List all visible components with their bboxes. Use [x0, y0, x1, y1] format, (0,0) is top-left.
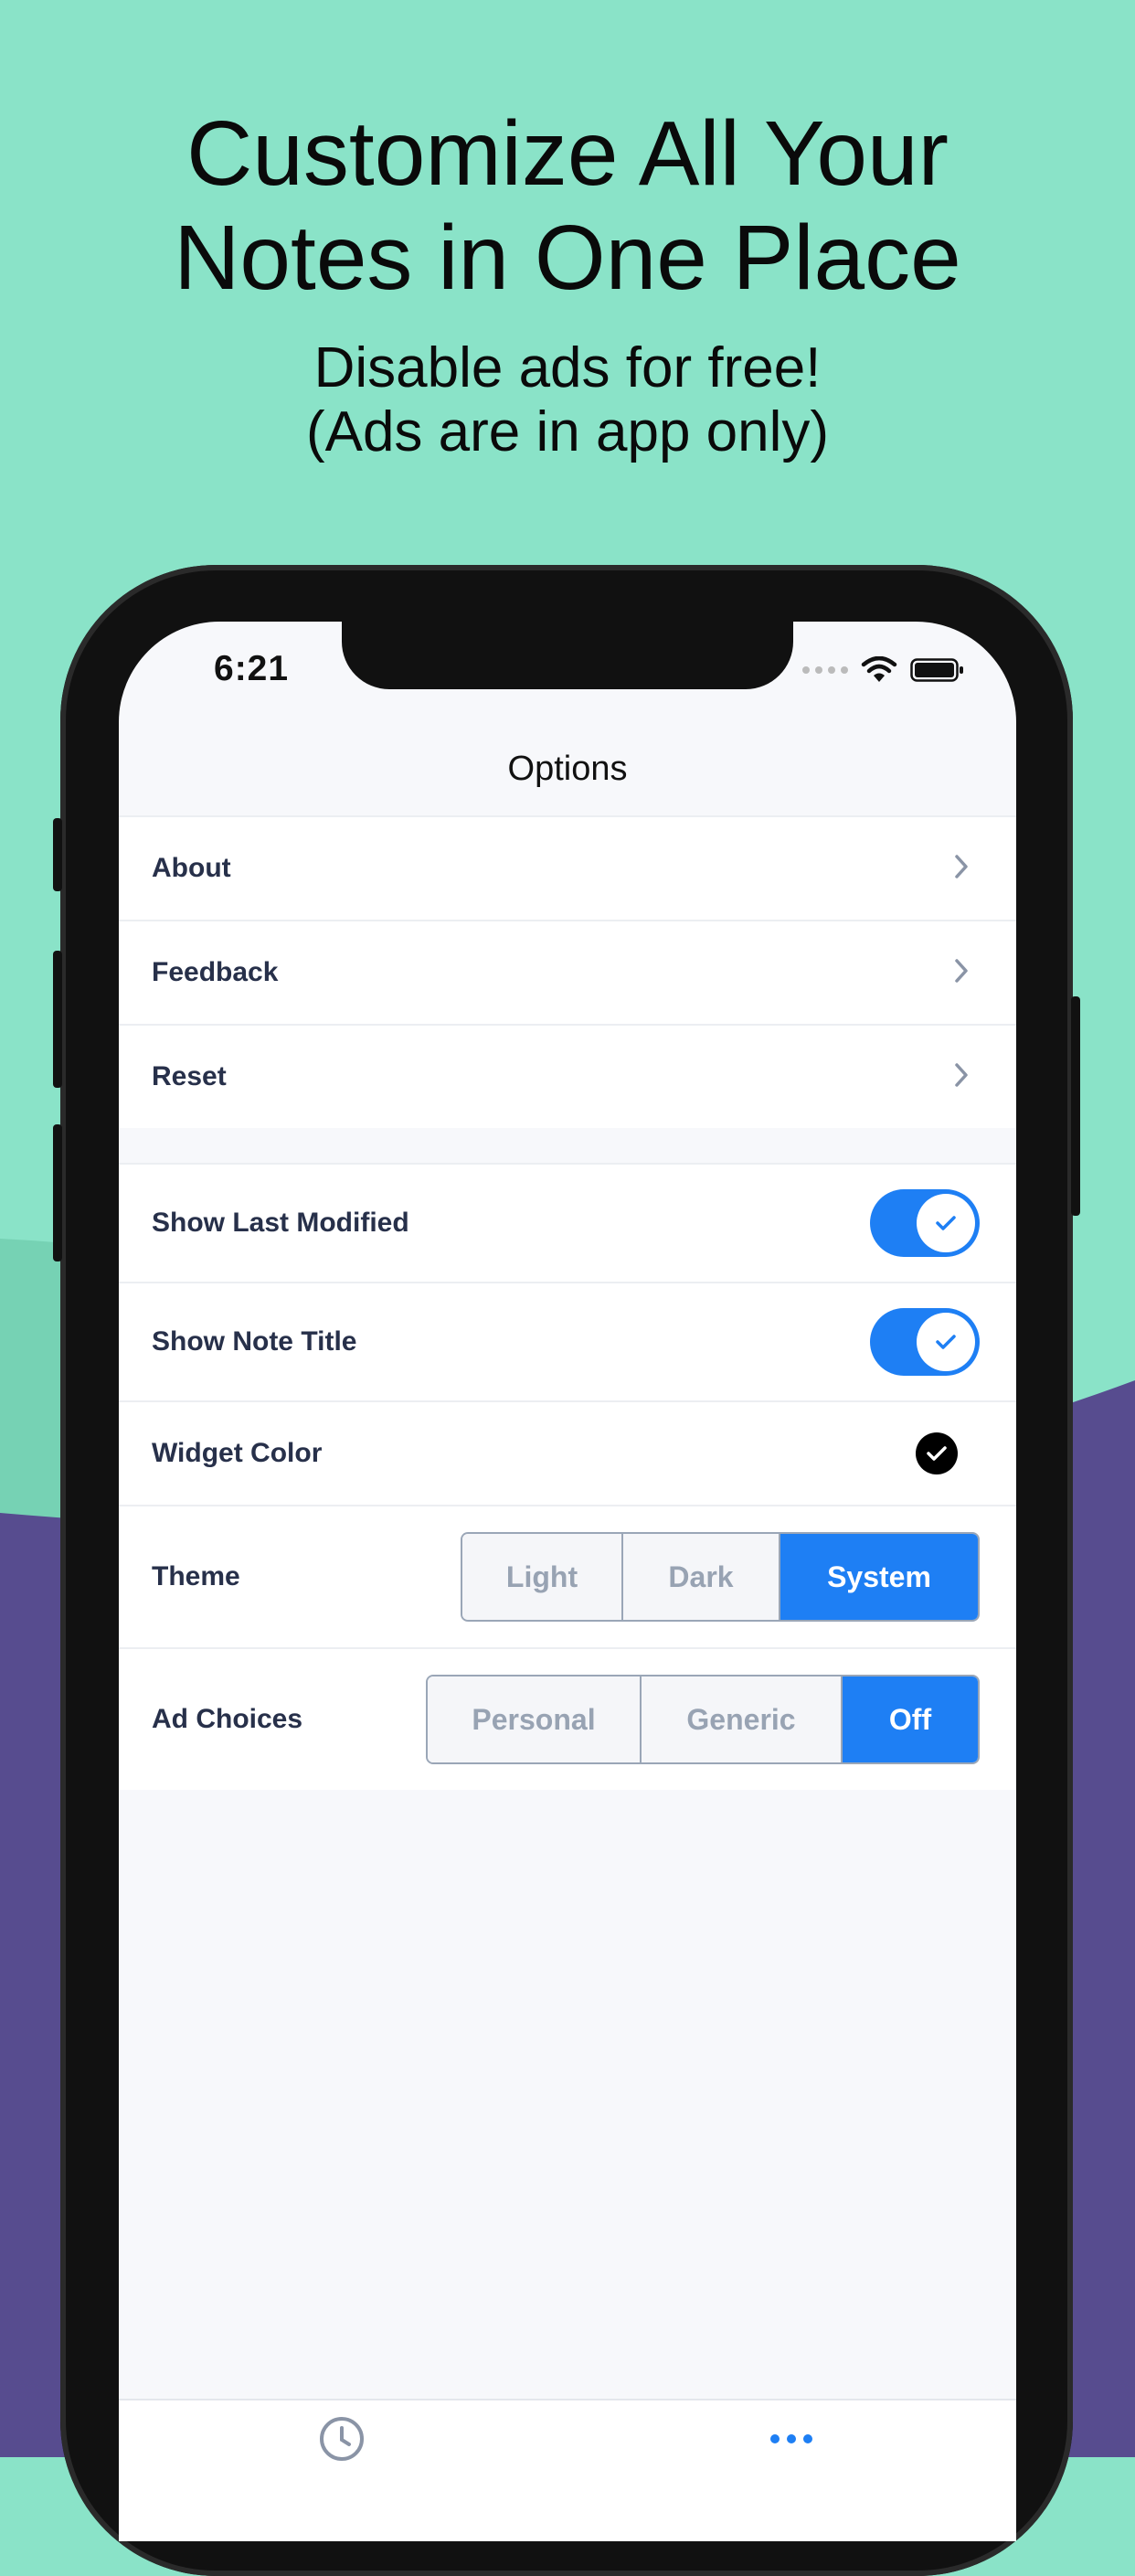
ad-option-off[interactable]: Off [843, 1677, 978, 1762]
page-title: Options [507, 750, 628, 788]
setting-label: Widget Color [152, 1438, 323, 1468]
setting-theme: Theme Light Dark System [119, 1506, 1016, 1649]
more-icon[interactable] [768, 2430, 815, 2448]
phone-volume-up [53, 951, 62, 1088]
menu-item-reset[interactable]: Reset [119, 1026, 1016, 1128]
clock-icon[interactable] [318, 2415, 366, 2463]
setting-label: Theme [152, 1561, 240, 1591]
theme-option-system[interactable]: System [780, 1534, 978, 1620]
ad-option-generic[interactable]: Generic [642, 1677, 843, 1762]
menu-item-label: Reset [152, 1061, 227, 1091]
toggle-knob [917, 1313, 975, 1371]
cellular-signal-icon [802, 666, 848, 674]
headline-line-1: Customize All Your [186, 102, 949, 205]
setting-label: Show Last Modified [152, 1208, 409, 1238]
setting-show-last-modified: Show Last Modified [119, 1165, 1016, 1283]
subheadline-line-1: Disable ads for free! [313, 336, 822, 399]
setting-ad-choices: Ad Choices Personal Generic Off [119, 1649, 1016, 1790]
chevron-right-icon [955, 1063, 968, 1087]
tab-bar [119, 2399, 1016, 2541]
phone-volume-down [53, 1124, 62, 1261]
theme-option-dark[interactable]: Dark [623, 1534, 780, 1620]
setting-label: Ad Choices [152, 1704, 303, 1734]
phone-notch [342, 622, 793, 689]
checkmark-icon [936, 1335, 956, 1349]
chevron-right-icon [955, 959, 968, 983]
phone-screen: 6:21 Options About Feedback Reset Show L… [119, 622, 1016, 2541]
widget-color-swatch[interactable] [916, 1432, 958, 1474]
show-last-modified-toggle[interactable] [870, 1189, 980, 1257]
ad-option-personal[interactable]: Personal [428, 1677, 642, 1762]
menu-item-about[interactable]: About [119, 817, 1016, 921]
battery-icon [910, 658, 963, 682]
show-note-title-toggle[interactable] [870, 1308, 980, 1376]
settings-section: Show Last Modified Show Note Title Widge… [119, 1163, 1016, 1790]
phone-power-button [1071, 996, 1080, 1216]
ad-choices-segmented-control: Personal Generic Off [426, 1675, 980, 1764]
checkmark-icon [936, 1216, 956, 1230]
theme-option-light[interactable]: Light [462, 1534, 623, 1620]
setting-label: Show Note Title [152, 1326, 357, 1357]
wifi-icon [861, 656, 897, 682]
headline-line-2: Notes in One Place [174, 207, 961, 309]
status-icons [802, 656, 965, 684]
menu-item-label: About [152, 853, 231, 883]
checkmark-icon [927, 1446, 947, 1461]
theme-segmented-control: Light Dark System [461, 1532, 980, 1622]
menu-item-feedback[interactable]: Feedback [119, 921, 1016, 1026]
setting-widget-color[interactable]: Widget Color [119, 1402, 1016, 1506]
chevron-right-icon [955, 855, 968, 878]
setting-show-note-title: Show Note Title [119, 1283, 1016, 1402]
menu-section: About Feedback Reset [119, 815, 1016, 1128]
status-time: 6:21 [214, 649, 290, 688]
toggle-knob [917, 1194, 975, 1252]
subheadline-line-2: (Ads are in app only) [305, 400, 830, 463]
menu-item-label: Feedback [152, 957, 279, 987]
phone-mute-switch [53, 818, 62, 891]
